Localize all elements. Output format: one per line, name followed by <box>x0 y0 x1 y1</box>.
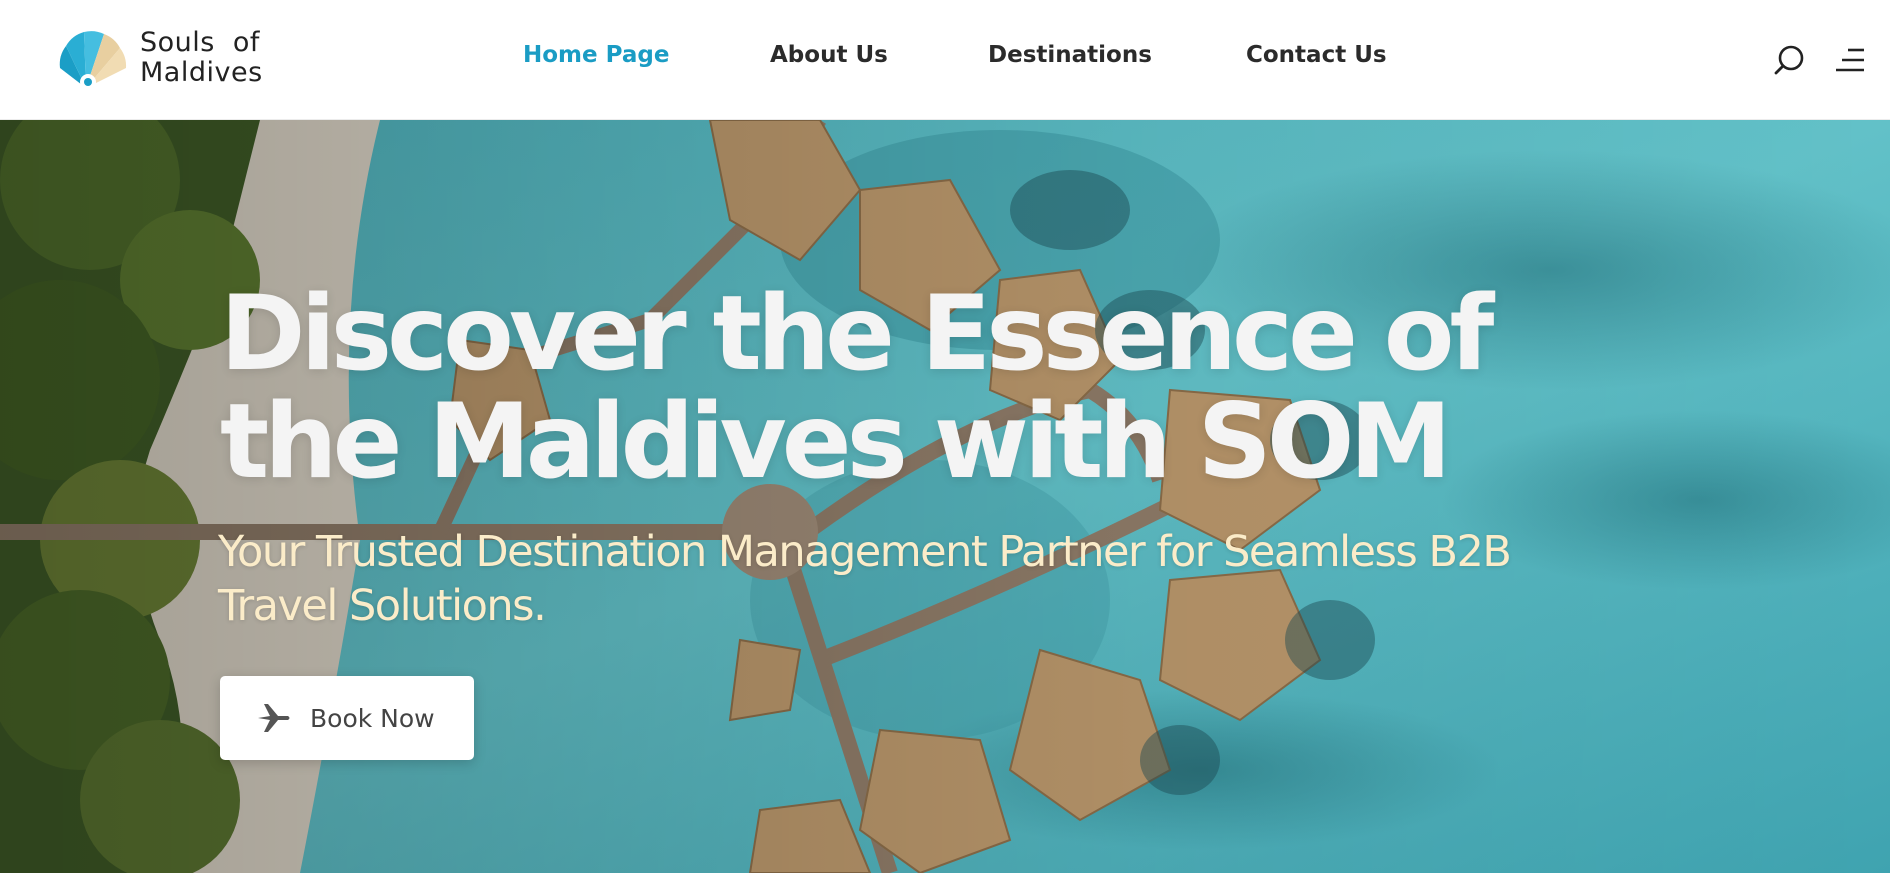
site-header: Souls of Maldives Home Page About Us Des… <box>0 0 1890 120</box>
book-now-button[interactable]: Book Now <box>220 676 474 760</box>
book-now-label: Book Now <box>310 703 435 733</box>
brand-name-maldives: Maldives <box>140 57 263 88</box>
nav-contact-us[interactable]: Contact Us <box>1246 42 1387 68</box>
hero-subtitle: Your Trusted Destination Management Part… <box>218 527 1512 631</box>
hero-section: Discover the Essence of the Maldives wit… <box>0 120 1890 873</box>
brand-wordmark: Souls of Maldives <box>140 28 263 88</box>
airplane-icon <box>258 704 290 732</box>
search-icon[interactable] <box>1770 40 1810 80</box>
nav-about-us[interactable]: About Us <box>770 42 888 68</box>
brand-logo[interactable]: Souls of Maldives <box>58 22 263 94</box>
nav-destinations[interactable]: Destinations <box>988 42 1152 68</box>
shell-logo-icon <box>59 31 127 90</box>
menu-icon[interactable] <box>1830 40 1870 80</box>
brand-name-souls: Souls <box>140 27 215 58</box>
hero-title: Discover the Essence of the Maldives wit… <box>220 274 1494 502</box>
nav-home-page[interactable]: Home Page <box>523 42 669 68</box>
brand-name-of: of <box>232 27 260 58</box>
